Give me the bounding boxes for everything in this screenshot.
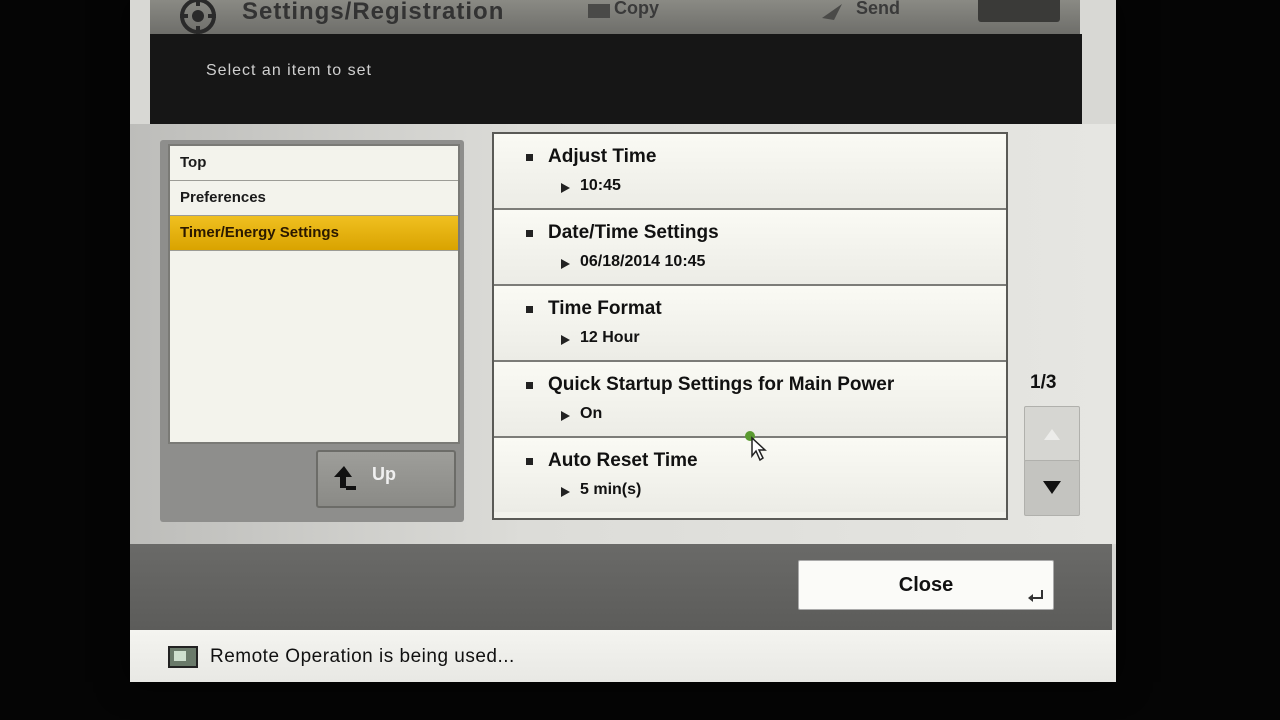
status-bar: Remote Operation is being used... [130,630,1116,682]
item-label: Auto Reset Time [548,450,698,471]
settings-tree: Top Preferences Timer/Energy Settings [168,144,460,444]
bullet-icon [526,382,533,389]
send-icon [822,4,842,20]
up-button-label: Up [372,464,396,484]
header-menu-button[interactable] [978,0,1060,22]
nav-send-button[interactable]: Send [856,0,900,19]
item-label: Quick Startup Settings for Main Power [548,374,895,395]
nav-copy-button[interactable]: Copy [614,0,659,19]
bottom-bar: Close [130,544,1112,630]
list-item-quick-startup-settings[interactable]: Quick Startup Settings for Main Power On [494,362,1006,438]
item-value: 12 Hour [580,329,640,346]
list-item-time-format[interactable]: Time Format 12 Hour [494,286,1006,362]
value-arrow-icon [561,411,570,421]
scroll-up-button[interactable] [1024,406,1080,462]
item-value: 5 min(s) [580,481,642,498]
mouse-pointer-icon [745,431,767,462]
bullet-icon [526,230,533,237]
bullet-icon [526,458,533,465]
copy-icon [588,4,610,18]
remote-operation-icon [168,646,198,668]
navigation-panel: Top Preferences Timer/Energy Settings Up [160,140,464,522]
page-indicator: 1/3 [1030,372,1057,393]
header-bar: Settings/Registration Copy Send [150,0,1080,34]
page-title: Settings/Registration [242,0,505,25]
device-screen: Settings/Registration Copy Send Select a… [130,0,1116,682]
value-arrow-icon [561,183,570,193]
close-button-label: Close [898,574,954,596]
tree-item-timer-energy-settings[interactable]: Timer/Energy Settings [170,216,458,251]
item-value: 10:45 [580,177,621,194]
settings-registration-icon [180,0,216,34]
scroll-down-button[interactable] [1024,460,1080,516]
tree-item-top[interactable]: Top [170,146,458,181]
status-message: Remote Operation is being used... [210,646,515,667]
value-arrow-icon [561,335,570,345]
close-button[interactable]: Close [798,560,1054,610]
item-value: 06/18/2014 10:45 [580,253,706,270]
instruction-bar: Select an item to set [150,34,1082,124]
bullet-icon [526,154,533,161]
item-label: Date/Time Settings [548,222,719,243]
instruction-text: Select an item to set [206,62,372,79]
item-label: Adjust Time [548,146,657,167]
arrow-down-icon [1043,481,1061,494]
list-item-date-time-settings[interactable]: Date/Time Settings 06/18/2014 10:45 [494,210,1006,286]
content-area: Top Preferences Timer/Energy Settings Up… [130,124,1116,544]
item-label: Time Format [548,298,662,319]
item-value: On [580,405,603,422]
list-item-adjust-time[interactable]: Adjust Time 10:45 [494,134,1006,210]
arrow-up-icon [1044,429,1060,440]
up-arrow-icon [334,466,356,490]
enter-icon [1028,590,1043,602]
up-button[interactable]: Up [316,450,456,508]
bullet-icon [526,306,533,313]
value-arrow-icon [561,259,570,269]
tree-item-preferences[interactable]: Preferences [170,181,458,216]
value-arrow-icon [561,487,570,497]
